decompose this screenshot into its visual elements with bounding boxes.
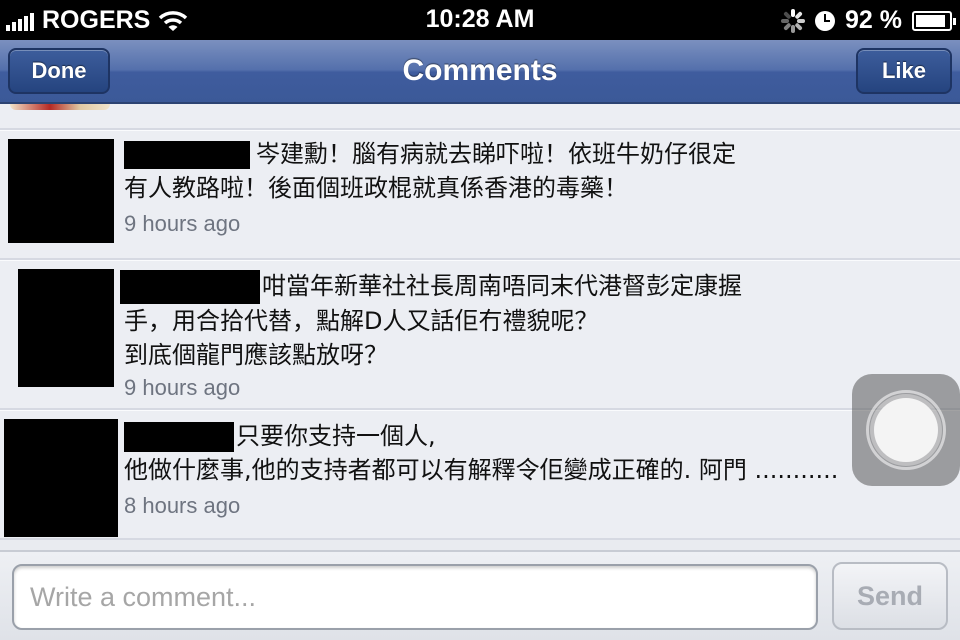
previous-item-edge <box>0 104 960 130</box>
redacted-author-name[interactable] <box>120 270 260 304</box>
previous-avatar <box>10 104 110 110</box>
battery-percent: 92 % <box>845 6 902 34</box>
comment-text: 只要你支持一個人, 他做什麼事,他的支持者都可以有解釋令佢變成正確的. 阿門 .… <box>124 419 838 487</box>
comments-list[interactable]: 岑建勳！腦有病就去睇吓啦！依班牛奶仔很定 有人教路啦！後面個班政棍就真係香港的毒… <box>0 104 960 550</box>
comment-line: 手，用合拾代替，點解D人又話佢冇禮貌呢？ <box>124 307 599 335</box>
battery-icon <box>912 10 956 31</box>
avatar[interactable] <box>8 139 114 243</box>
activity-spinner-icon <box>781 8 806 33</box>
comment-line: 咁當年新華社社長周南唔同末代港督彭定康握 <box>262 272 742 300</box>
navigation-bar: Done Comments Like <box>0 40 960 104</box>
comment-item: 岑建勳！腦有病就去睇吓啦！依班牛奶仔很定 有人教路啦！後面個班政棍就真係香港的毒… <box>0 130 960 260</box>
comment-input[interactable] <box>12 564 818 630</box>
comment-item: 咁當年新華社社長周南唔同末代港督彭定康握 手，用合拾代替，點解D人又話佢冇禮貌呢… <box>0 260 960 410</box>
comment-text: 岑建勳！腦有病就去睇吓啦！依班牛奶仔很定 有人教路啦！後面個班政棍就真係香港的毒… <box>124 137 736 205</box>
comment-timestamp: 9 hours ago <box>124 375 241 400</box>
comment-composer: Send <box>0 550 960 640</box>
status-right: 92 % <box>781 6 956 35</box>
redacted-author-name[interactable] <box>124 141 250 169</box>
avatar[interactable] <box>18 269 114 387</box>
redacted-author-name[interactable] <box>124 422 234 452</box>
assistive-touch-button[interactable] <box>852 374 960 486</box>
like-button[interactable]: Like <box>856 48 952 94</box>
comment-line: 岑建勳！腦有病就去睇吓啦！依班牛奶仔很定 <box>256 140 736 168</box>
status-bar: ROGERS 10:28 AM 92 % <box>0 0 960 40</box>
comment-line: 有人教路啦！後面個班政棍就真係香港的毒藥！ <box>124 174 628 202</box>
send-button[interactable]: Send <box>832 562 948 630</box>
comment-line: 只要你支持一個人, <box>236 422 436 450</box>
alarm-clock-icon <box>815 10 836 31</box>
comment-line: 他做什麼事,他的支持者都可以有解釋令佢變成正確的. 阿門 ........... <box>124 456 839 484</box>
comment-text: 咁當年新華社社長周南唔同末代港督彭定康握 手，用合拾代替，點解D人又話佢冇禮貌呢… <box>120 269 742 372</box>
comment-item: 只要你支持一個人, 他做什麼事,他的支持者都可以有解釋令佢變成正確的. 阿門 .… <box>0 410 960 540</box>
comment-line: 到底個龍門應該點放呀？ <box>124 341 388 369</box>
avatar[interactable] <box>4 419 118 537</box>
page-title: Comments <box>402 54 558 87</box>
assistive-dot-icon <box>874 398 938 462</box>
comment-timestamp: 8 hours ago <box>124 493 241 518</box>
comment-timestamp: 9 hours ago <box>124 211 241 236</box>
